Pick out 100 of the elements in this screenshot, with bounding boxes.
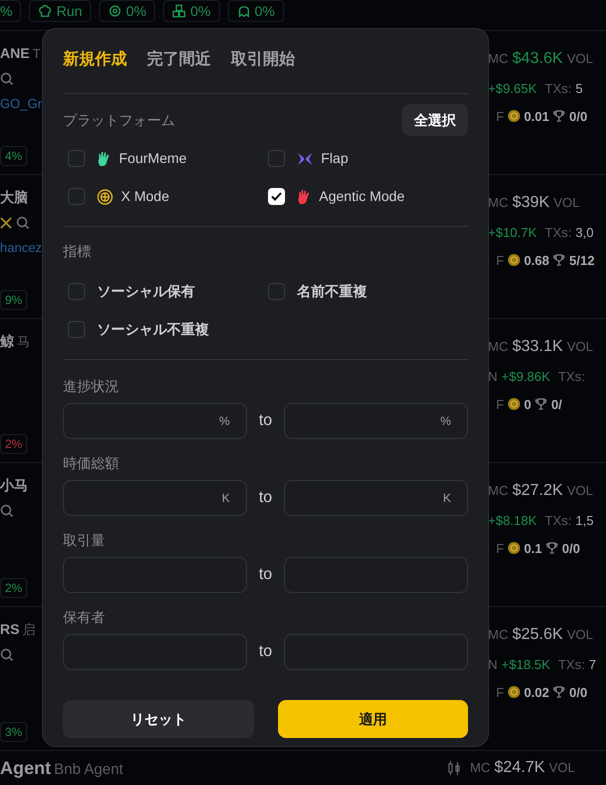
range-separator: to bbox=[258, 565, 272, 585]
token-subtitle: 启 bbox=[22, 621, 36, 639]
hand-icon bbox=[97, 150, 111, 166]
checkbox[interactable] bbox=[268, 188, 285, 205]
checkbox[interactable] bbox=[68, 283, 85, 300]
apply-button[interactable]: 適用 bbox=[278, 700, 468, 738]
f-value: 0.02 bbox=[524, 684, 550, 702]
input-field[interactable]: % bbox=[284, 403, 468, 439]
search-icon[interactable] bbox=[16, 216, 30, 230]
trophy-count: 0/ bbox=[551, 396, 562, 414]
input-field[interactable]: K bbox=[63, 480, 247, 516]
search-icon[interactable] bbox=[0, 72, 14, 86]
unit-label: % bbox=[440, 413, 451, 430]
tab[interactable]: 完了間近 bbox=[147, 48, 211, 72]
stat-chip[interactable]: Run bbox=[29, 0, 92, 22]
f-label: F bbox=[496, 396, 504, 414]
field-label: 進捗状況 bbox=[63, 377, 120, 396]
trophy-icon bbox=[553, 110, 566, 122]
input-field[interactable] bbox=[63, 634, 247, 670]
checkmark-icon bbox=[271, 192, 282, 201]
vol-label: VOL bbox=[566, 482, 593, 500]
unit-label: % bbox=[219, 413, 230, 430]
coin-icon bbox=[508, 398, 520, 410]
txs-label: TXs: bbox=[544, 512, 572, 530]
checkbox[interactable] bbox=[268, 150, 285, 167]
f-label: F bbox=[496, 684, 504, 702]
input-field[interactable]: K bbox=[284, 480, 468, 516]
txs-label: TXs: bbox=[544, 80, 572, 98]
txs-label: TXs: bbox=[558, 368, 585, 386]
option-label: 名前不重複 bbox=[297, 282, 367, 301]
checkbox[interactable] bbox=[68, 150, 85, 167]
unit-label: K bbox=[222, 490, 230, 507]
checkbox[interactable] bbox=[68, 188, 85, 205]
txs-value: 3,0 bbox=[576, 224, 594, 242]
checkbox[interactable] bbox=[268, 283, 285, 300]
price-change: +$10.7K bbox=[488, 224, 537, 242]
option-label: ソーシャル保有 bbox=[97, 282, 195, 301]
coin-icon bbox=[508, 254, 520, 266]
mc-label: MC bbox=[488, 482, 508, 500]
option-label: X Mode bbox=[121, 187, 170, 206]
coin-icon bbox=[508, 686, 520, 698]
select-all-button[interactable]: 全選択 bbox=[402, 104, 468, 136]
mc-label: MC bbox=[488, 50, 508, 68]
range-separator: to bbox=[258, 488, 272, 508]
x-logo-icon[interactable] bbox=[0, 217, 12, 229]
tab[interactable]: 取引開始 bbox=[231, 48, 295, 72]
checkbox[interactable] bbox=[68, 321, 85, 338]
range-separator: to bbox=[258, 642, 272, 662]
trophy-icon bbox=[535, 398, 548, 410]
f-label: F bbox=[496, 252, 504, 270]
token-subtitle: T bbox=[32, 45, 41, 63]
trophy-icon bbox=[546, 542, 558, 554]
stat-chip[interactable]: 0% bbox=[99, 0, 156, 22]
txs-value: 5 bbox=[576, 80, 583, 98]
txs-label: TXs: bbox=[544, 224, 572, 242]
txs-value: 7 bbox=[588, 656, 596, 674]
input-field[interactable] bbox=[63, 557, 247, 593]
input-field[interactable]: % bbox=[63, 403, 247, 439]
market-cap: $24.7K bbox=[494, 758, 545, 778]
trophy-count: 5/12 bbox=[569, 252, 595, 270]
trophy-count: 0/0 bbox=[562, 540, 580, 558]
reset-button[interactable]: リセット bbox=[63, 700, 254, 738]
token-name: RS bbox=[0, 620, 20, 639]
input-field[interactable] bbox=[284, 557, 468, 593]
unit-label: K bbox=[442, 490, 451, 507]
trophy-count: 0/0 bbox=[569, 684, 588, 702]
token-name: 小马 bbox=[0, 476, 28, 495]
price-change: +$18.5K bbox=[501, 656, 550, 674]
input-field[interactable] bbox=[284, 634, 468, 670]
token-subtitle: 马 bbox=[17, 333, 30, 351]
token-name: Agent bbox=[0, 756, 51, 780]
token-name: ANE bbox=[0, 44, 30, 63]
market-cap: $33.1K bbox=[512, 337, 563, 357]
change-prefix: N bbox=[488, 368, 498, 386]
token-name: 鲸 bbox=[0, 332, 14, 351]
f-label: F bbox=[496, 108, 504, 126]
change-prefix: N bbox=[488, 656, 498, 674]
stat-chip[interactable]: 0% bbox=[163, 0, 220, 22]
stat-chip[interactable]: 0% bbox=[228, 0, 284, 22]
tab[interactable]: 新規作成 bbox=[63, 48, 127, 72]
mc-label: MC bbox=[488, 338, 508, 356]
range-separator: to bbox=[258, 411, 272, 431]
stat-chip[interactable]: % bbox=[0, 0, 22, 22]
search-icon[interactable] bbox=[0, 504, 14, 518]
option-label: ソーシャル不重複 bbox=[97, 320, 209, 339]
coin-icon bbox=[508, 542, 520, 554]
f-value: 0.01 bbox=[524, 108, 550, 126]
option-label: FourMeme bbox=[119, 149, 187, 168]
percent-chip: 3% bbox=[0, 722, 28, 742]
option-label: Flap bbox=[321, 149, 348, 168]
chef-hat-icon bbox=[38, 4, 52, 18]
mc-label: MC bbox=[488, 626, 508, 644]
percent-chip: 4% bbox=[0, 146, 28, 166]
search-icon[interactable] bbox=[0, 648, 14, 662]
field-label: 時価総額 bbox=[63, 454, 120, 473]
token-name: 大脑 bbox=[0, 188, 28, 207]
price-change: +$8.18K bbox=[488, 512, 537, 530]
ghost-icon bbox=[236, 4, 251, 18]
option-label: Agentic Mode bbox=[319, 187, 405, 206]
trophy-count: 0/0 bbox=[569, 108, 588, 126]
